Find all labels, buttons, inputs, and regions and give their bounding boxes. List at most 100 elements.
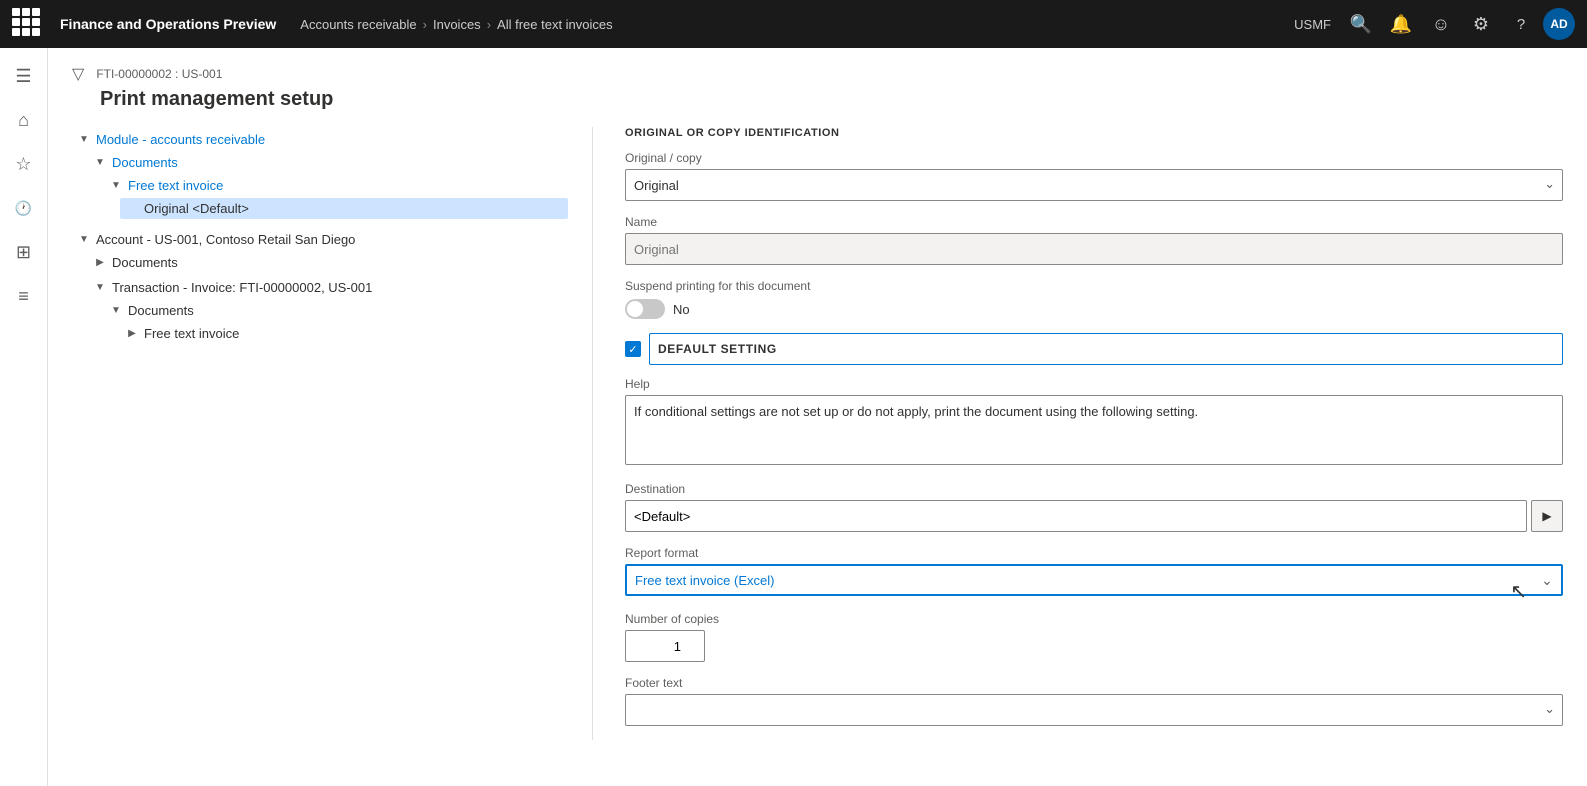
report-format-label: Report format	[625, 546, 1563, 560]
settings-icon[interactable]: ⚙	[1463, 6, 1499, 42]
tree-row-documents-1[interactable]: ▼ Documents	[88, 152, 568, 173]
tree-label-module: Module - accounts receivable	[96, 132, 265, 147]
tree-label-documents-2: Documents	[112, 255, 178, 270]
right-panel: ORIGINAL OR COPY IDENTIFICATION Original…	[592, 127, 1563, 740]
tree-children-documents-1: ▼ Free text invoice Original	[104, 173, 568, 223]
report-format-input[interactable]	[625, 564, 1563, 596]
tree-label-fti: Free text invoice	[128, 178, 223, 193]
help-icon[interactable]: ?	[1503, 6, 1539, 42]
tree-toggle-fti-2: ▶	[124, 328, 140, 339]
feedback-icon[interactable]: ☺	[1423, 6, 1459, 42]
top-nav-right: USMF 🔍 🔔 ☺ ⚙ ? AD	[1294, 6, 1575, 42]
tree-label-original-default: Original <Default>	[144, 201, 249, 216]
tree: ▼ Module - accounts receivable ▼ Documen…	[72, 127, 568, 352]
tree-children-transaction: ▼ Documents ▶ Free text invoi	[104, 298, 568, 348]
tree-children-documents-3: ▶ Free text invoice	[120, 321, 568, 346]
page-header-row: ▽ FTI-00000002 : US-001	[72, 64, 1563, 84]
footer-select[interactable]	[625, 694, 1563, 726]
main-content: ▽ FTI-00000002 : US-001 Print management…	[48, 48, 1587, 786]
report-format-wrapper: ⌄ ↖	[625, 564, 1563, 596]
breadcrumb-sep-1: ›	[423, 17, 427, 32]
tree-row-free-text-invoice[interactable]: ▼ Free text invoice	[104, 175, 568, 196]
suspend-toggle-label: No	[673, 302, 690, 317]
destination-arrow-button[interactable]: ▶	[1531, 500, 1563, 532]
top-nav: Finance and Operations Preview Accounts …	[0, 0, 1587, 48]
tree-row-account[interactable]: ▼ Account - US-001, Contoso Retail San D…	[72, 229, 568, 250]
sidebar-home-icon[interactable]: ⌂	[4, 100, 44, 140]
tree-row-documents-3[interactable]: ▼ Documents	[104, 300, 568, 321]
tree-row-fti-2[interactable]: ▶ Free text invoice	[120, 323, 568, 344]
apps-grid-icon[interactable]	[12, 8, 44, 40]
default-setting-checkbox[interactable]: ✓	[625, 341, 641, 357]
tree-node-original-default: Original <Default>	[120, 196, 568, 221]
tree-row-transaction[interactable]: ▼ Transaction - Invoice: FTI-00000002, U…	[88, 277, 568, 298]
tree-label-documents-3: Documents	[128, 303, 194, 318]
tree-row-original-default[interactable]: Original <Default>	[120, 198, 568, 219]
sidebar-favorites-icon[interactable]: ☆	[4, 144, 44, 184]
breadcrumb: Accounts receivable › Invoices › All fre…	[300, 17, 612, 32]
tree-toggle-fti: ▼	[108, 180, 124, 191]
destination-input[interactable]	[625, 500, 1527, 532]
sidebar-workspaces-icon[interactable]: ⊞	[4, 232, 44, 272]
tree-row-module[interactable]: ▼ Module - accounts receivable	[72, 129, 568, 150]
search-icon[interactable]: 🔍	[1343, 6, 1379, 42]
left-sidebar: ☰ ⌂ ☆ 🕐 ⊞ ≡	[0, 48, 48, 786]
breadcrumb-invoices[interactable]: Invoices	[433, 17, 481, 32]
tree-toggle-documents-2: ▶	[92, 257, 108, 268]
tree-toggle-documents-1: ▼	[92, 157, 108, 168]
help-textarea[interactable]	[625, 395, 1563, 465]
original-copy-select[interactable]: Original Copy	[625, 169, 1563, 201]
breadcrumb-accounts-receivable[interactable]: Accounts receivable	[300, 17, 416, 32]
tree-node-module: ▼ Module - accounts receivable ▼ Documen…	[72, 127, 568, 227]
tree-node-documents-3: ▼ Documents ▶ Free text invoi	[104, 298, 568, 348]
suspend-label: Suspend printing for this document	[625, 279, 1563, 293]
copies-label: Number of copies	[625, 612, 1563, 626]
name-field: Name	[625, 215, 1563, 265]
sidebar-recent-icon[interactable]: 🕐	[4, 188, 44, 228]
tree-node-free-text-invoice: ▼ Free text invoice Original	[104, 173, 568, 223]
destination-label: Destination	[625, 482, 1563, 496]
tree-node-fti-2: ▶ Free text invoice	[120, 321, 568, 346]
name-label: Name	[625, 215, 1563, 229]
notification-icon[interactable]: 🔔	[1383, 6, 1419, 42]
name-input[interactable]	[625, 233, 1563, 265]
app-title: Finance and Operations Preview	[60, 16, 276, 32]
page-breadcrumb: FTI-00000002 : US-001	[96, 67, 222, 81]
original-copy-label: Original / copy	[625, 151, 1563, 165]
tree-node-documents-2: ▶ Documents	[88, 250, 568, 275]
default-setting-input[interactable]	[649, 333, 1563, 365]
tree-node-documents-1: ▼ Documents ▼ Free text invoice	[88, 150, 568, 225]
org-label: USMF	[1294, 17, 1331, 32]
tree-row-documents-2[interactable]: ▶ Documents	[88, 252, 568, 273]
user-avatar[interactable]: AD	[1543, 8, 1575, 40]
tree-label-fti-2: Free text invoice	[144, 326, 239, 341]
footer-select-wrapper	[625, 694, 1563, 726]
sidebar-modules-icon[interactable]: ≡	[4, 276, 44, 316]
copies-input[interactable]	[625, 630, 705, 662]
tree-label-transaction: Transaction - Invoice: FTI-00000002, US-…	[112, 280, 372, 295]
original-copy-select-wrapper: Original Copy	[625, 169, 1563, 201]
tree-toggle-module: ▼	[76, 134, 92, 145]
report-format-dropdown-button[interactable]: ⌄	[1531, 564, 1563, 596]
sidebar-hamburger-icon[interactable]: ☰	[4, 56, 44, 96]
tree-toggle-account: ▼	[76, 234, 92, 245]
tree-label-account: Account - US-001, Contoso Retail San Die…	[96, 232, 355, 247]
suspend-toggle[interactable]	[625, 299, 665, 319]
copies-field: Number of copies	[625, 612, 1563, 662]
section-title: ORIGINAL OR COPY IDENTIFICATION	[625, 127, 1563, 139]
tree-children-module: ▼ Documents ▼ Free text invoice	[88, 150, 568, 225]
tree-node-account: ▼ Account - US-001, Contoso Retail San D…	[72, 227, 568, 352]
suspend-toggle-row: No	[625, 299, 1563, 319]
tree-toggle-transaction: ▼	[92, 282, 108, 293]
original-copy-field: Original / copy Original Copy	[625, 151, 1563, 201]
tree-children-fti: Original <Default>	[120, 196, 568, 221]
breadcrumb-sep-2: ›	[487, 17, 491, 32]
two-column-layout: ▼ Module - accounts receivable ▼ Documen…	[72, 127, 1563, 740]
destination-field: Destination ▶	[625, 482, 1563, 532]
tree-toggle-documents-3: ▼	[108, 305, 124, 316]
breadcrumb-all-free-text-invoices[interactable]: All free text invoices	[497, 17, 613, 32]
help-label: Help	[625, 377, 1563, 391]
filter-icon[interactable]: ▽	[72, 64, 84, 84]
footer-label: Footer text	[625, 676, 1563, 690]
tree-panel: ▼ Module - accounts receivable ▼ Documen…	[72, 127, 592, 740]
